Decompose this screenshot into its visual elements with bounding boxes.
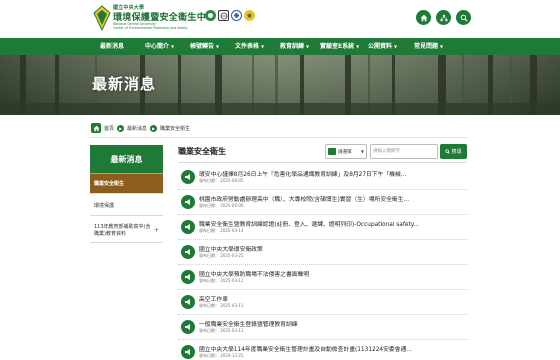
- sitemap-icon[interactable]: [436, 10, 451, 25]
- news-title[interactable]: 國立中央大學預防職場不法侵害之書面聲明: [199, 269, 467, 278]
- globe-certification-icon: [218, 10, 229, 21]
- breadcrumb-divider: [90, 137, 468, 138]
- news-item[interactable]: 國立中央大學114年度職業安全衛生管理計畫及自動檢查計畫(1131224安委會通…: [178, 341, 468, 360]
- nav-item-public-data[interactable]: 公開資料 ▼: [368, 38, 397, 55]
- breadcrumb: 首頁 ▶ 最新消息 ▶ 職業安全衛生: [91, 123, 190, 133]
- home-icon[interactable]: [91, 123, 101, 133]
- news-date: 發布日期： 2025-03-11: [199, 303, 244, 308]
- news-date: 發布日期： 2025-03-11: [199, 278, 244, 283]
- news-title[interactable]: 桃園市政府勞動處辦理高中（職）、大專校院(含碩博生)實習（生）場所安全衛生...: [199, 194, 467, 203]
- news-title[interactable]: 職業安全衛生暨教育訓練認證(註冊、登入、選課、證明列印)-Occupationa…: [199, 219, 467, 228]
- news-item[interactable]: 環安中心謹擇8月26日上午「危害化學品通識教育訓練」及8月27日下午「機械...…: [178, 166, 468, 190]
- news-item[interactable]: 桃園市政府勞動處辦理高中（職）、大專校院(含碩博生)實習（生）場所安全衛生...…: [178, 191, 468, 215]
- breadcrumb-home[interactable]: 首頁: [104, 125, 114, 132]
- sidebar-item-moe-subsidy[interactable]: 113年教育部補助高中(含職業)教育資料 +: [90, 219, 163, 243]
- news-date: 發布日期： 2025-04-14: [199, 228, 244, 233]
- nav-item-about[interactable]: 中心簡介 ▼: [145, 38, 174, 55]
- news-item[interactable]: 一般職業安全衛生登錄暨管理教育訓練 發布日期： 2025-03-11: [178, 316, 468, 340]
- content-title: 職業安全衛生: [178, 147, 226, 156]
- plus-icon[interactable]: +: [154, 227, 159, 234]
- news-date: 發布日期： 2025-03-25: [199, 253, 244, 258]
- page: 國立中央大學 環境保護暨安全衛生中心 National Central Univ…: [0, 0, 560, 360]
- chevron-down-icon: ▼: [360, 149, 364, 154]
- megaphone-icon: [181, 270, 195, 284]
- certification-badges: [205, 10, 255, 21]
- search-input[interactable]: 請輸入關鍵字: [370, 144, 438, 159]
- breadcrumb-level2: 職業安全衛生: [160, 125, 191, 132]
- megaphone-icon: [181, 320, 195, 334]
- content-divider: [178, 162, 467, 163]
- news-item[interactable]: 國立中央大學預防職場不法侵害之書面聲明 發布日期： 2025-03-11: [178, 266, 468, 290]
- search-icon: [445, 149, 451, 154]
- sidebar-item-label: 環境保護: [94, 203, 115, 209]
- breadcrumb-level1[interactable]: 最新消息: [127, 125, 147, 132]
- news-title[interactable]: 國立中央大學環安衛政策: [199, 244, 467, 253]
- megaphone-icon: [181, 170, 195, 184]
- green-certification-icon: [205, 10, 216, 21]
- news-date: 發布日期： 2024-12-25: [199, 353, 244, 358]
- news-item[interactable]: 高空工作車 發布日期： 2025-03-11: [178, 291, 468, 315]
- news-item[interactable]: 職業安全衛生暨教育訓練認證(註冊、登入、選課、證明列印)-Occupationa…: [178, 216, 468, 240]
- nav-item-account[interactable]: 帳號轉告 ▼: [190, 38, 219, 55]
- chevron-down-icon: ▼: [216, 44, 220, 49]
- chevron-down-icon: ▼: [171, 44, 175, 49]
- chevron-down-icon: ▼: [394, 44, 398, 49]
- sidebar-item-label: 職業安全衛生: [94, 181, 125, 187]
- sidebar-item-environmental-protection[interactable]: 環境保護: [90, 196, 163, 216]
- site-header: 國立中央大學 環境保護暨安全衛生中心 National Central Univ…: [0, 0, 560, 38]
- sidebar-item-occupational-safety[interactable]: 職業安全衛生: [90, 174, 163, 194]
- news-title[interactable]: 國立中央大學114年度職業安全衛生管理計畫及自動檢查計畫(1131224安委會通…: [199, 344, 467, 353]
- nav-item-news[interactable]: 最新消息: [100, 38, 124, 55]
- nav-item-faq[interactable]: 常見問題 ▼: [414, 38, 443, 55]
- nav-item-training[interactable]: 教育訓練 ▼: [280, 38, 309, 55]
- main-nav: 最新消息 中心簡介 ▼ 帳號轉告 ▼ 文件表格 ▼ 教育訓練 ▼ 實驗室E系統 ▼ 公開資…: [0, 38, 560, 55]
- megaphone-icon: [181, 345, 195, 359]
- safety-certification-icon: [231, 10, 242, 21]
- forest-banner-image: [0, 55, 560, 115]
- category-select[interactable]: 請選擇 ▼: [325, 144, 367, 159]
- news-date: 發布日期： 2025-03-11: [199, 328, 244, 333]
- calendar-icon: [328, 148, 336, 155]
- quality-certification-icon: [244, 10, 255, 21]
- category-select-value: 請選擇: [338, 149, 352, 155]
- chevron-right-icon: ▶: [150, 124, 158, 132]
- search-button-label: 搜尋: [451, 149, 462, 155]
- header-shortcuts: [416, 10, 471, 25]
- sidebar-item-label: 113年教育部補助高中(含職業)教育資料: [94, 223, 151, 237]
- news-item[interactable]: 國立中央大學環安衛政策 發布日期： 2025-03-25: [178, 241, 468, 265]
- chevron-down-icon: ▼: [306, 44, 310, 49]
- megaphone-icon: [181, 220, 195, 234]
- search-icon[interactable]: [456, 10, 471, 25]
- chevron-right-icon: ▶: [117, 124, 125, 132]
- news-title[interactable]: 高空工作車: [199, 294, 467, 303]
- home-icon[interactable]: [416, 10, 431, 25]
- news-date: 發布日期： 2025-06-06: [199, 203, 244, 208]
- news-date: 發布日期： 2025-08-05: [199, 178, 244, 183]
- page-banner: 最新消息: [0, 55, 560, 115]
- megaphone-icon: [181, 195, 195, 209]
- search-button[interactable]: 搜尋: [440, 144, 467, 159]
- logo-en-line2: Center of Environmental Protection and S…: [113, 26, 188, 30]
- news-title[interactable]: 環安中心謹擇8月26日上午「危害化學品通識教育訓練」及8月27日下午「機械...: [199, 169, 467, 178]
- nav-item-lab-system[interactable]: 實驗室E系統 ▼: [320, 38, 359, 55]
- news-title[interactable]: 一般職業安全衛生登錄暨管理教育訓練: [199, 319, 467, 328]
- chevron-down-icon: ▼: [261, 44, 265, 49]
- chevron-down-icon: ▼: [356, 44, 360, 49]
- nav-item-documents[interactable]: 文件表格 ▼: [235, 38, 264, 55]
- banner-title: 最新消息: [92, 75, 157, 93]
- megaphone-icon: [181, 245, 195, 259]
- logo-emblem-icon[interactable]: [93, 5, 111, 31]
- chevron-down-icon: ▼: [440, 44, 444, 49]
- megaphone-icon: [181, 295, 195, 309]
- sidebar-heading: 最新消息: [90, 145, 163, 174]
